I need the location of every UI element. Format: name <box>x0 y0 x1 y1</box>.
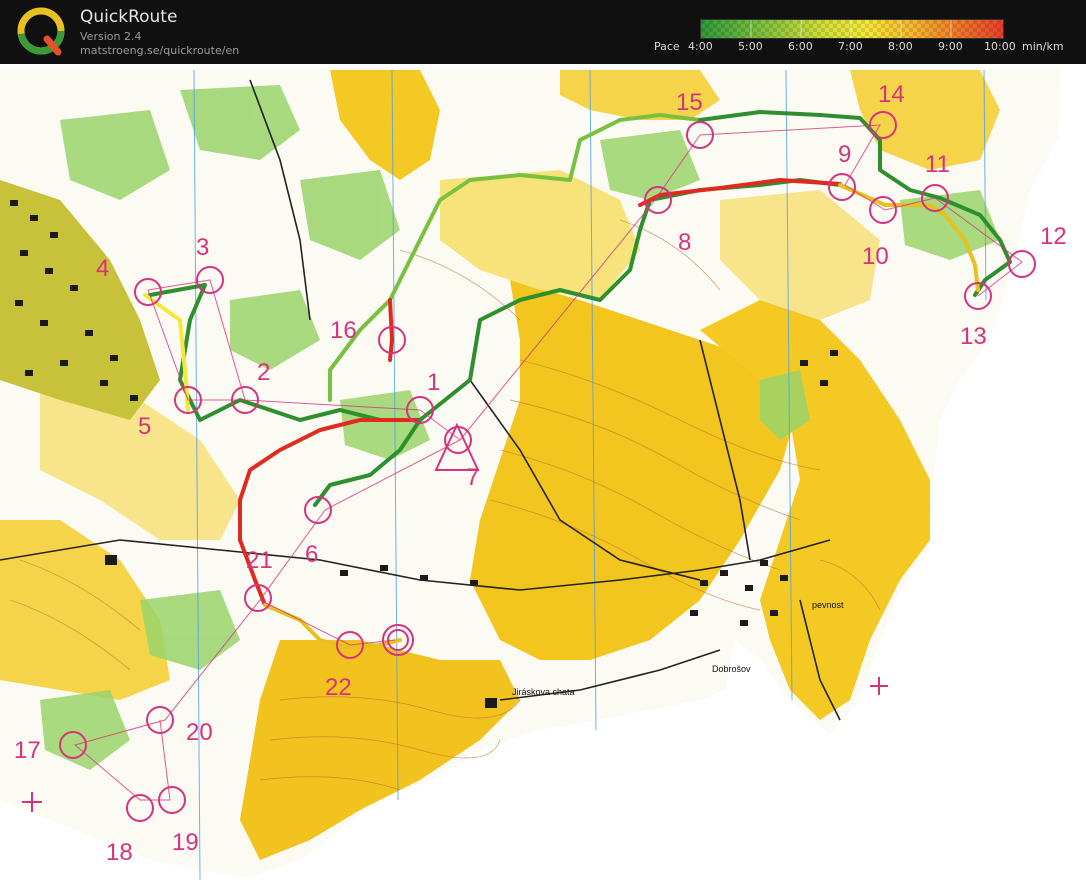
place-label-dobrosov: Dobrošov <box>712 664 751 674</box>
place-label-pevnost: pevnost <box>812 600 844 610</box>
pace-tick: 7:00 <box>838 40 863 53</box>
control-number-15: 15 <box>676 89 703 116</box>
control-number-20: 20 <box>186 719 213 746</box>
quickroute-logo-icon <box>17 7 65 56</box>
control-number-12: 12 <box>1040 223 1067 250</box>
app-title: QuickRoute <box>80 7 178 27</box>
orienteering-map[interactable]: 1 2 3 4 5 6 7 8 9 10 11 12 13 14 15 16 1… <box>0 64 1086 886</box>
control-number-7: 7 <box>466 464 479 491</box>
control-number-1: 1 <box>427 369 440 396</box>
pace-tick: 5:00 <box>738 40 763 53</box>
app-url[interactable]: matstroeng.se/quickroute/en <box>80 44 239 57</box>
control-number-2: 2 <box>257 359 270 386</box>
control-number-8: 8 <box>678 229 691 256</box>
control-number-22: 22 <box>325 674 352 701</box>
control-number-11: 11 <box>925 151 950 178</box>
control-number-3: 3 <box>196 234 209 261</box>
pace-unit: min/km <box>1022 40 1064 53</box>
control-number-9: 9 <box>838 141 851 168</box>
control-number-17: 17 <box>14 737 41 764</box>
app-version: Version 2.4 <box>80 30 142 43</box>
control-number-18: 18 <box>106 839 133 866</box>
pace-label: Pace <box>654 40 680 53</box>
control-number-16: 16 <box>330 317 357 344</box>
control-number-14: 14 <box>878 81 905 108</box>
pace-color-bar <box>700 19 1004 39</box>
control-number-6: 6 <box>305 541 318 568</box>
place-label-jiraskova: Jiráskova chata <box>512 687 575 697</box>
app-header: QuickRoute Version 2.4 matstroeng.se/qui… <box>0 0 1086 64</box>
control-number-21: 21 <box>246 547 273 574</box>
control-number-4: 4 <box>96 255 109 282</box>
pace-tick: 8:00 <box>888 40 913 53</box>
control-number-10: 10 <box>862 243 889 270</box>
control-number-13: 13 <box>960 323 987 350</box>
pace-tick: 10:00 <box>984 40 1016 53</box>
control-number-19: 19 <box>172 829 199 856</box>
pace-tick: 9:00 <box>938 40 963 53</box>
control-number-5: 5 <box>138 413 151 440</box>
pace-tick: 6:00 <box>788 40 813 53</box>
pace-tick: 4:00 <box>688 40 713 53</box>
